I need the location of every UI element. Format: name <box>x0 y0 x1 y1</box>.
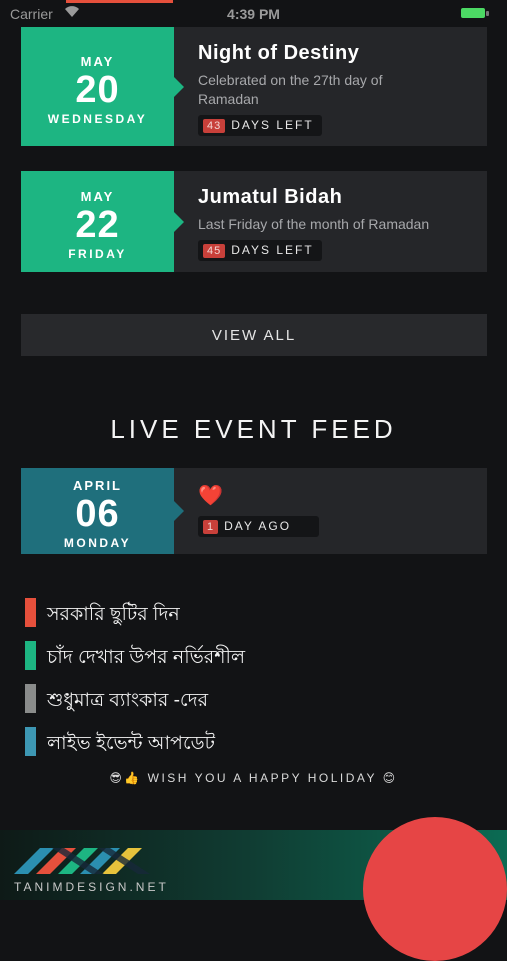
legend-color-swatch <box>25 598 36 627</box>
event-weekday: MONDAY <box>63 536 132 550</box>
days-ago-badge: 1 DAY AGO <box>198 516 320 537</box>
legend-label: চাঁদ দেখার উপর নর্ভিরশীল <box>47 647 246 668</box>
event-month: MAY <box>80 54 115 69</box>
event-description: Celebrated on the 27th day of Ramadan <box>198 72 383 107</box>
days-ago-label: DAY AGO <box>224 519 292 533</box>
days-left-label: DAYS LEFT <box>231 118 314 132</box>
tanimdesign-logo-icon <box>14 848 150 874</box>
days-left-count: 43 <box>203 119 226 133</box>
status-bar: Carrier 4:39 PM <box>0 0 507 26</box>
holiday-wish: 😎👍 WISH YOU A HAPPY HOLIDAY 😊 <box>0 771 507 785</box>
event-title: Jumatul Bidah <box>198 186 343 208</box>
event-body: Jumatul Bidah Last Friday of the month o… <box>198 171 475 261</box>
wish-text: WISH YOU A HAPPY HOLIDAY <box>147 771 377 785</box>
days-left-count: 45 <box>203 244 226 258</box>
event-day: 22 <box>75 204 120 246</box>
event-date-box: APRIL 06 MONDAY <box>21 468 184 554</box>
event-title: Night of Destiny <box>198 42 360 64</box>
live-event-feed-title: LIVE EVENT FEED <box>110 414 397 444</box>
add-fab-button[interactable] <box>363 817 507 961</box>
event-day: 06 <box>75 493 120 535</box>
live-event-card[interactable]: APRIL 06 MONDAY ❤️ 1 DAY AGO <box>21 468 487 554</box>
legend-label: সরকারি ছুটির দিন <box>47 604 180 625</box>
days-ago-count: 1 <box>203 520 219 534</box>
battery-icon <box>461 8 485 18</box>
event-body: ❤️ 1 DAY AGO <box>198 468 475 537</box>
status-time: 4:39 PM <box>227 6 280 22</box>
heart-emoji-icon: ❤️ <box>198 485 223 507</box>
event-card[interactable]: MAY 20 WEDNESDAY Night of Destiny Celebr… <box>21 27 487 146</box>
event-month: APRIL <box>73 478 122 493</box>
event-date-box: MAY 22 FRIDAY <box>21 171 184 272</box>
event-weekday: FRIDAY <box>68 247 127 261</box>
battery-tip <box>486 11 489 16</box>
event-card[interactable]: MAY 22 FRIDAY Jumatul Bidah Last Friday … <box>21 171 487 272</box>
event-day: 20 <box>75 69 120 111</box>
footer-brand: TANIMDESIGN.NET <box>14 880 169 894</box>
days-left-label: DAYS LEFT <box>231 243 314 257</box>
days-left-badge: 43 DAYS LEFT <box>198 115 322 136</box>
legend-color-swatch <box>25 684 36 713</box>
event-weekday: WEDNESDAY <box>47 112 148 126</box>
legend-label: শুধুমাত্র ব্যাংকার -দের <box>47 690 209 711</box>
event-month: MAY <box>80 189 115 204</box>
days-left-badge: 45 DAYS LEFT <box>198 240 322 261</box>
status-accent-strip <box>66 0 173 3</box>
event-body: Night of Destiny Celebrated on the 27th … <box>198 27 475 136</box>
event-date-box: MAY 20 WEDNESDAY <box>21 27 184 146</box>
legend-color-swatch <box>25 727 36 756</box>
view-all-button[interactable]: VIEW ALL <box>21 314 487 356</box>
wish-emoji-left: 😎👍 <box>109 771 142 785</box>
legend-color-swatch <box>25 641 36 670</box>
wish-emoji-right: 😊 <box>382 771 398 785</box>
event-description: Last Friday of the month of Ramadan <box>198 216 430 232</box>
legend-label: লাইভ ইভেন্ট আপডেট <box>47 733 215 754</box>
